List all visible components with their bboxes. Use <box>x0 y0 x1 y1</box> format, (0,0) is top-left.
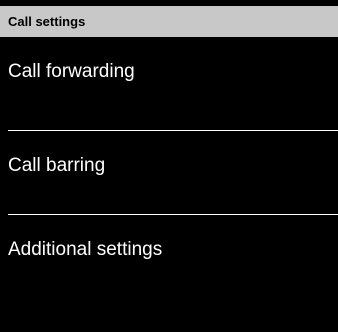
menu-item-label: Call forwarding <box>8 61 135 82</box>
menu-item-label: Call barring <box>8 155 106 176</box>
menu-item-call-forwarding[interactable]: Call forwarding <box>0 37 338 130</box>
menu-item-label: Additional settings <box>8 239 163 260</box>
menu-item-call-barring[interactable]: Call barring <box>0 131 338 224</box>
page-title: Call settings <box>0 6 338 37</box>
call-settings-screen: Call settings Call forwarding Call barri… <box>0 0 338 332</box>
settings-menu: Call forwarding Call barring Additional … <box>0 37 338 332</box>
menu-item-additional-settings[interactable]: Additional settings <box>0 215 338 308</box>
